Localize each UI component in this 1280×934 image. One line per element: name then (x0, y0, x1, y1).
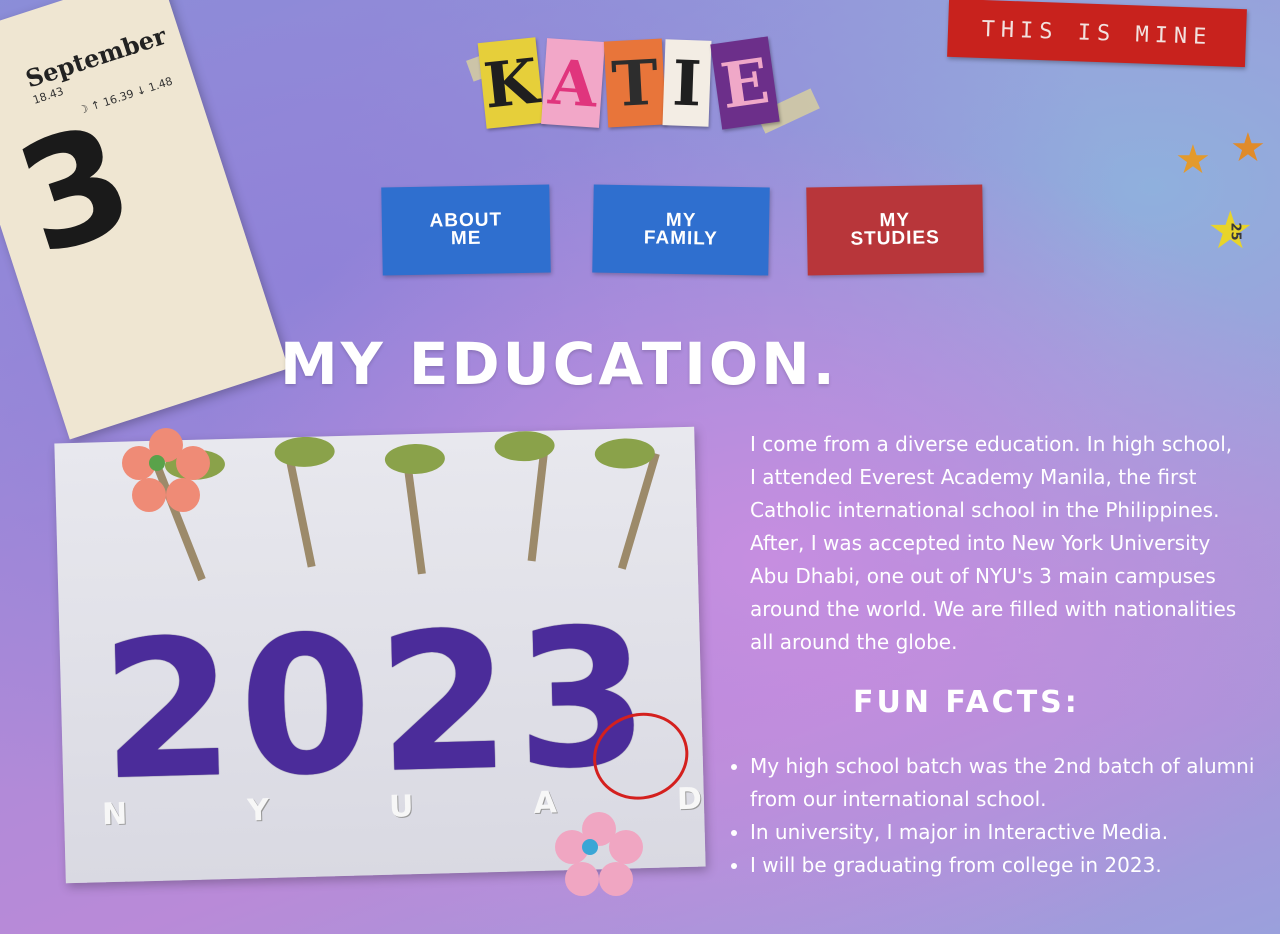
flower-sticker-icon (122, 428, 210, 516)
calendar-page-decoration: September 18.43 ☽ ↑ 16.39 ↓ 1.48 3 (0, 0, 289, 440)
logo-letter-k: K (477, 37, 545, 129)
nav-my-family-label: MY FAMILY (643, 209, 718, 250)
photo-year-formation: 2023 (98, 586, 657, 823)
fun-fact-item: My high school batch was the 2nd batch o… (750, 750, 1270, 816)
logo-letter-i: I (662, 39, 712, 127)
palm-frond (594, 437, 656, 470)
nav-my-studies-button[interactable]: MY STUDIES (806, 184, 984, 276)
tag-label: THIS IS MINE (981, 16, 1213, 50)
star-sticker-icon: ★ (1175, 137, 1211, 183)
photo-letter: D (676, 781, 703, 818)
fun-fact-item: In university, I major in Interactive Me… (750, 816, 1270, 849)
page-title: MY EDUCATION. (280, 330, 838, 398)
site-logo[interactable]: K A T I E (466, 30, 820, 140)
palm-frond (384, 443, 446, 475)
nav-about-me-label: ABOUT ME (429, 209, 503, 250)
photo-letter: A (533, 785, 558, 822)
this-is-mine-tag: THIS IS MINE (947, 0, 1247, 68)
palm-trunk (617, 452, 660, 570)
logo-letter-e: E (710, 36, 780, 130)
star-sticker-icon: ★ (1230, 125, 1266, 171)
photo-letter: N (101, 796, 128, 833)
logo-letter-t: T (603, 38, 667, 128)
nav-about-me-button[interactable]: ABOUT ME (381, 184, 551, 276)
palm-frond (274, 436, 336, 468)
star-badge-text: 25 (1227, 222, 1243, 241)
nav-my-family-button[interactable]: MY FAMILY (592, 184, 770, 276)
logo-letter-a: A (541, 38, 605, 128)
education-intro-text: I come from a diverse education. In high… (750, 432, 1237, 654)
fun-facts-title: FUN FACTS: (853, 685, 1080, 720)
flower-sticker-icon (555, 812, 643, 900)
fun-fact-item: I will be graduating from college in 202… (750, 849, 1270, 882)
photo-letter: U (388, 789, 414, 825)
photo-letter: Y (246, 792, 270, 829)
calendar-day: 3 (0, 91, 152, 290)
fun-facts-list: My high school batch was the 2nd batch o… (722, 750, 1270, 882)
nav-my-studies-label: MY STUDIES (850, 209, 940, 250)
